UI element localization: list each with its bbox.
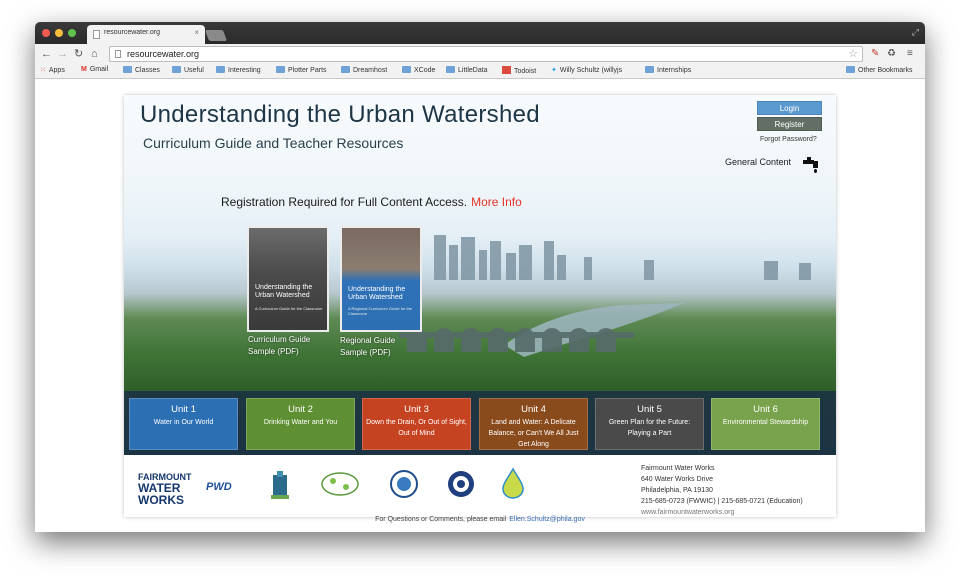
registration-notice: Registration Required for Full Content A… (221, 195, 522, 209)
unit-3-tile[interactable]: Unit 3 Down the Drain, Or Out of Sight, … (362, 398, 471, 450)
page-icon (93, 30, 100, 39)
bookmark-classes[interactable]: Classes (123, 66, 160, 74)
pwd-logo[interactable]: PWD (206, 481, 232, 493)
browser-tab[interactable]: resourcewater.org × (87, 25, 205, 44)
eco-express-logo[interactable] (319, 469, 361, 499)
login-button[interactable]: Login (757, 101, 822, 115)
bookmark-other[interactable]: Other Bookmarks (846, 66, 912, 74)
site-footer: FAIRMOUNT WATER WORKS PWD Fairmount Wate… (124, 455, 836, 517)
folder-icon (402, 66, 411, 73)
bookmark-dreamhost[interactable]: Dreamhost (341, 66, 387, 74)
footer-address: Fairmount Water Works 640 Water Works Dr… (641, 465, 803, 516)
forward-icon[interactable]: → (57, 47, 68, 61)
bookmark-xcode[interactable]: XCode (402, 66, 435, 74)
bookmark-gmail[interactable]: M Gmail (81, 66, 108, 73)
building-logo[interactable] (269, 469, 291, 501)
bookmark-plotter-parts[interactable]: Plotter Parts (276, 66, 327, 74)
more-info-link[interactable]: More Info (471, 195, 522, 209)
folder-icon (172, 66, 181, 73)
guide-cover-subtitle: A Regional Curriculum Guide for the Clas… (348, 306, 413, 316)
bookmarks-bar: ⁙ Apps M Gmail Classes Useful Interesting … (35, 64, 925, 79)
browser-toolbar: ← → ↻ ⌂ resourcewater.org ☆ ✎ ♻ ≡ (35, 44, 925, 64)
fairmount-water-works-logo[interactable]: FAIRMOUNT WATER WORKS (138, 473, 192, 507)
reload-icon[interactable]: ↻ (74, 47, 83, 61)
unit-5-tile[interactable]: Unit 5 Green Plan for the Future: Playin… (595, 398, 704, 450)
site-container: Understanding the Urban Watershed Curric… (124, 95, 836, 517)
bookmark-todoist[interactable]: Todoist (502, 66, 536, 75)
bookmark-apps[interactable]: ⁙ Apps (40, 66, 65, 74)
gmail-icon: M (81, 66, 87, 73)
bookmark-twitter[interactable]: ✦ Willy Schultz (willyjs (551, 66, 622, 74)
recycle-icon[interactable]: ♻ (887, 48, 896, 59)
extension-icon[interactable]: ✎ (871, 48, 879, 59)
guide-cover-title: Understanding the Urban Watershed (255, 284, 313, 299)
folder-icon (216, 66, 225, 73)
bookmark-useful[interactable]: Useful (172, 66, 204, 74)
bookmark-star-icon[interactable]: ☆ (848, 47, 858, 60)
epa-seal-logo[interactable] (389, 469, 419, 499)
tab-title: resourcewater.org (104, 29, 161, 36)
unit-2-tile[interactable]: Unit 2 Drinking Water and You (246, 398, 355, 450)
zoom-window-button[interactable] (68, 29, 76, 37)
folder-icon (276, 66, 285, 73)
bookmark-littledata[interactable]: LittleData (446, 66, 488, 74)
folder-icon (645, 66, 654, 73)
bookmark-interesting[interactable]: Interesting (216, 66, 261, 74)
contact-line: For Questions or Comments, please email E… (375, 516, 585, 523)
page-content: Understanding the Urban Watershed Curric… (35, 80, 925, 532)
unit-4-tile[interactable]: Unit 4 Land and Water: A Delicate Balanc… (479, 398, 588, 450)
apps-icon: ⁙ (40, 67, 46, 74)
guide-cover-subtitle: A Curriculum Guide for the Classroom (255, 306, 323, 311)
regional-guide-caption[interactable]: Regional Guide Sample (PDF) (340, 335, 395, 359)
curriculum-guide-cover[interactable]: Understanding the Urban Watershed A Curr… (247, 226, 329, 332)
url-text[interactable]: resourcewater.org (127, 49, 199, 59)
twitter-icon: ✦ (551, 67, 557, 74)
unit-6-tile[interactable]: Unit 6 Environmental Stewardship (711, 398, 820, 450)
faucet-icon[interactable] (801, 156, 821, 174)
water-drop-logo[interactable] (501, 467, 525, 499)
close-window-button[interactable] (42, 29, 50, 37)
todoist-icon (502, 66, 511, 74)
page-icon (115, 50, 121, 58)
guide-cover-title: Understanding the Urban Watershed (348, 286, 406, 301)
folder-icon (341, 66, 350, 73)
bookmark-internships[interactable]: Internships (645, 66, 691, 74)
folder-icon (846, 66, 855, 73)
folder-icon (123, 66, 132, 73)
unit-1-tile[interactable]: Unit 1 Water in Our World (129, 398, 238, 450)
address-bar[interactable]: resourcewater.org ☆ (109, 46, 863, 62)
new-tab-button[interactable] (204, 30, 228, 41)
back-icon[interactable]: ← (41, 47, 52, 61)
fullscreen-icon[interactable]: ⤢ (912, 27, 919, 38)
contact-email-link[interactable]: Ellen.Schultz@phila.gov (509, 516, 585, 523)
forgot-password-link[interactable]: Forgot Password? (760, 136, 817, 143)
site-subtitle: Curriculum Guide and Teacher Resources (143, 135, 404, 151)
menu-icon[interactable]: ≡ (907, 48, 913, 59)
tab-strip: resourcewater.org × ⤢ (35, 22, 925, 44)
general-content-link[interactable]: General Content (725, 157, 791, 167)
home-icon[interactable]: ⌂ (91, 47, 98, 61)
folder-icon (446, 66, 455, 73)
site-title: Understanding the Urban Watershed (140, 101, 540, 128)
minimize-window-button[interactable] (55, 29, 63, 37)
browser-window: resourcewater.org × ⤢ ← → ↻ ⌂ resourcewa… (35, 22, 925, 532)
agency-seal-logo[interactable] (446, 469, 476, 499)
curriculum-guide-caption[interactable]: Curriculum Guide Sample (PDF) (248, 334, 310, 358)
regional-guide-cover[interactable]: Understanding the Urban Watershed A Regi… (340, 226, 422, 332)
tab-close-icon[interactable]: × (194, 28, 199, 37)
register-button[interactable]: Register (757, 117, 822, 131)
